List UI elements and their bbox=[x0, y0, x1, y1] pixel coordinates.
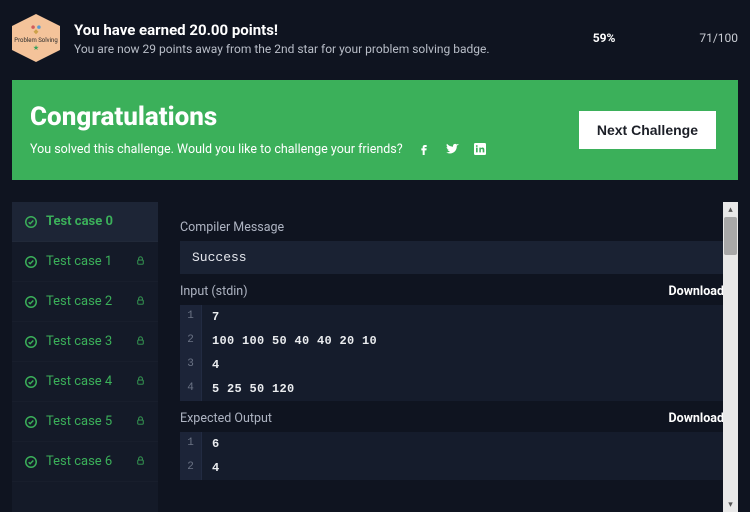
code-line: 45 25 50 120 bbox=[180, 377, 724, 401]
testcase-label: Test case 2 bbox=[46, 294, 112, 309]
download-expected-link[interactable]: Download bbox=[669, 411, 724, 426]
check-icon bbox=[24, 335, 38, 349]
lock-icon bbox=[135, 335, 146, 349]
progress-score: 71/100 bbox=[699, 31, 738, 45]
code-line: 16 bbox=[180, 432, 724, 456]
code-line: 2100 100 50 40 40 20 10 bbox=[180, 329, 724, 353]
lock-icon bbox=[135, 375, 146, 389]
check-icon bbox=[24, 375, 38, 389]
problem-solving-badge: Problem Solving ★ bbox=[12, 14, 60, 62]
congrats-heading: Congratulations bbox=[30, 102, 489, 132]
lock-icon bbox=[135, 295, 146, 309]
check-icon bbox=[24, 415, 38, 429]
check-icon bbox=[24, 255, 38, 269]
code-line: 24 bbox=[180, 456, 724, 480]
line-number: 2 bbox=[180, 329, 202, 353]
congrats-subtext: You solved this challenge. Would you lik… bbox=[30, 142, 403, 157]
testcase-label: Test case 4 bbox=[46, 374, 112, 389]
testcase-label: Test case 6 bbox=[46, 454, 112, 469]
testcase-row-5[interactable]: Test case 5 bbox=[12, 402, 158, 442]
scrollbar[interactable]: ▴ ▾ bbox=[723, 202, 738, 512]
download-input-link[interactable]: Download bbox=[669, 284, 724, 299]
lock-icon bbox=[135, 255, 146, 269]
expected-box: 1624 bbox=[180, 432, 724, 480]
earned-text: You have earned 20.00 points! You are no… bbox=[74, 21, 579, 56]
line-content: 6 bbox=[202, 432, 230, 456]
testcase-label: Test case 0 bbox=[46, 214, 113, 229]
expected-label: Expected Output bbox=[180, 411, 272, 426]
check-icon bbox=[24, 455, 38, 469]
line-number: 1 bbox=[180, 305, 202, 329]
check-icon bbox=[24, 295, 38, 309]
congrats-banner: Congratulations You solved this challeng… bbox=[12, 80, 738, 180]
earned-title: You have earned 20.00 points! bbox=[74, 21, 579, 39]
scroll-up-icon[interactable]: ▴ bbox=[723, 202, 738, 217]
code-line: 17 bbox=[180, 305, 724, 329]
lock-icon bbox=[135, 415, 146, 429]
testcase-row-1[interactable]: Test case 1 bbox=[12, 242, 158, 282]
results-panel: Test case 0 Test case 1 Test case 2 Test ca… bbox=[12, 202, 738, 512]
star-icon: ★ bbox=[33, 45, 39, 53]
testcase-row-2[interactable]: Test case 2 bbox=[12, 282, 158, 322]
progress-percent: 59% bbox=[593, 31, 686, 45]
compiler-label: Compiler Message bbox=[180, 220, 284, 235]
line-content: 7 bbox=[202, 305, 230, 329]
line-content: 100 100 50 40 40 20 10 bbox=[202, 329, 387, 353]
testcase-detail: Compiler Message Success Input (stdin) D… bbox=[158, 202, 738, 512]
badge-graphic-icon bbox=[29, 23, 43, 37]
testcase-row-4[interactable]: Test case 4 bbox=[12, 362, 158, 402]
lock-icon bbox=[135, 455, 146, 469]
check-icon bbox=[24, 215, 38, 229]
points-banner: Problem Solving ★ You have earned 20.00 … bbox=[0, 0, 750, 80]
scrollbar-thumb[interactable] bbox=[724, 217, 737, 255]
twitter-icon[interactable] bbox=[443, 140, 461, 158]
input-label: Input (stdin) bbox=[180, 284, 248, 299]
testcase-label: Test case 5 bbox=[46, 414, 112, 429]
facebook-icon[interactable] bbox=[415, 140, 433, 158]
input-box: 172100 100 50 40 40 20 103445 25 50 120 bbox=[180, 305, 724, 401]
linkedin-icon[interactable] bbox=[471, 140, 489, 158]
line-number: 1 bbox=[180, 432, 202, 456]
line-number: 4 bbox=[180, 377, 202, 401]
testcase-row-0[interactable]: Test case 0 bbox=[12, 202, 158, 242]
line-content: 4 bbox=[202, 456, 230, 480]
line-number: 2 bbox=[180, 456, 202, 480]
line-content: 4 bbox=[202, 353, 230, 377]
code-line: 34 bbox=[180, 353, 724, 377]
earned-subtitle: You are now 29 points away from the 2nd … bbox=[74, 42, 579, 56]
line-number: 3 bbox=[180, 353, 202, 377]
line-content: 5 25 50 120 bbox=[202, 377, 305, 401]
next-challenge-button[interactable]: Next Challenge bbox=[579, 111, 716, 149]
scroll-down-icon[interactable]: ▾ bbox=[723, 497, 738, 512]
compiler-message: Success bbox=[180, 241, 724, 274]
testcase-label: Test case 1 bbox=[46, 254, 112, 269]
testcase-label: Test case 3 bbox=[46, 334, 112, 349]
testcase-row-6[interactable]: Test case 6 bbox=[12, 442, 158, 482]
testcase-list: Test case 0 Test case 1 Test case 2 Test ca… bbox=[12, 202, 158, 512]
testcase-row-3[interactable]: Test case 3 bbox=[12, 322, 158, 362]
